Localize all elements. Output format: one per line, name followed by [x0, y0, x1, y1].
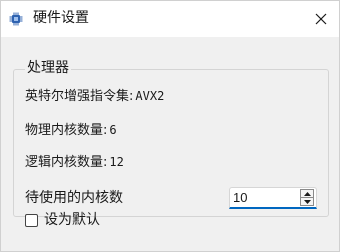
window-title: 硬件设置	[33, 10, 89, 26]
set-default-label: 设为默认	[44, 212, 100, 228]
cores-spinbox[interactable]	[229, 187, 317, 209]
spin-down-icon	[303, 199, 311, 204]
spin-down-button[interactable]	[301, 198, 313, 205]
dialog-body: 处理器 英特尔增强指令集: AVX2 物理内核数量: 6 逻辑内核数量: 12 待使用…	[1, 37, 339, 251]
title-bar: 硬件设置	[1, 1, 339, 37]
instruction-set-label: 英特尔增强指令集:	[25, 89, 134, 104]
close-icon	[315, 10, 327, 29]
physical-cores-label: 物理内核数量:	[25, 123, 108, 138]
processor-group-title: 处理器	[25, 59, 71, 77]
logical-cores-value: 12	[109, 155, 124, 169]
hardware-settings-dialog: 硬件设置 处理器 英特尔增强指令集: AVX2 物理内核数量: 6 逻辑内核数量: 1…	[0, 0, 340, 252]
spin-up-icon	[303, 191, 311, 196]
set-default-checkbox[interactable]	[25, 213, 38, 227]
cores-to-use-label: 待使用的内核数	[25, 190, 123, 206]
physical-cores-value: 6	[109, 123, 117, 137]
logical-cores-label: 逻辑内核数量:	[25, 155, 108, 170]
physical-cores-row: 物理内核数量: 6	[25, 121, 117, 140]
instruction-set-row: 英特尔增强指令集: AVX2	[25, 87, 164, 106]
close-button[interactable]	[303, 1, 339, 37]
logical-cores-row: 逻辑内核数量: 12	[25, 153, 124, 172]
cores-input[interactable]	[233, 190, 293, 206]
spin-buttons	[300, 189, 314, 206]
spin-up-button[interactable]	[301, 190, 313, 198]
set-default-checkbox-row[interactable]: 设为默认	[25, 211, 100, 229]
cpu-chip-icon	[9, 11, 23, 26]
instruction-set-value: AVX2	[135, 89, 165, 103]
